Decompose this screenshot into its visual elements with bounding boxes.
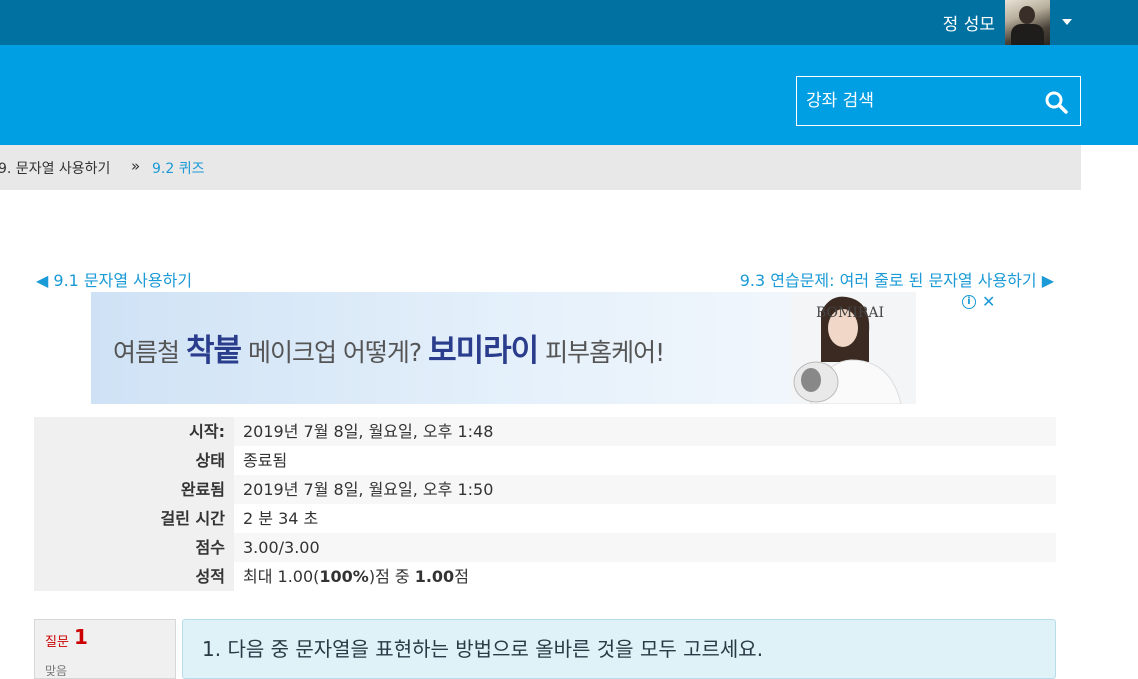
ad-brand-logo: BOMIRAI — [816, 305, 885, 321]
summary-key: 점수 — [34, 533, 234, 562]
breadcrumb-item-chapter[interactable]: 9. 문자열 사용하기 — [0, 158, 110, 178]
avatar[interactable] — [1005, 0, 1050, 45]
summary-value: 종료됨 — [234, 446, 1056, 475]
course-search-input[interactable] — [797, 77, 1037, 125]
summary-row: 상태 종료됨 — [34, 446, 1056, 475]
summary-value: 2019년 7월 8일, 월요일, 오후 1:50 — [234, 475, 1056, 504]
summary-row: 성적 최대 1.00(100%)점 중 1.00점 — [34, 562, 1056, 591]
summary-row: 점수 3.00/3.00 — [34, 533, 1056, 562]
user-menu-caret-icon[interactable] — [1062, 19, 1072, 25]
site-header — [0, 45, 1138, 145]
top-bar: 정 성모 — [0, 0, 1138, 45]
quiz-summary-table: 시작: 2019년 7월 8일, 월요일, 오후 1:48 상태 종료됨 완료됨… — [34, 417, 1056, 591]
avatar-head — [1019, 6, 1035, 24]
summary-key: 성적 — [34, 562, 234, 591]
user-name[interactable]: 정 성모 — [943, 10, 995, 35]
summary-value: 최대 1.00(100%)점 중 1.00점 — [234, 562, 1056, 591]
avatar-body — [1011, 24, 1044, 45]
summary-key: 시작: — [34, 417, 234, 446]
search-icon[interactable] — [1044, 90, 1068, 114]
question-number: 1 — [74, 625, 88, 649]
question-text-box: 1. 다음 중 문자열을 표현하는 방법으로 올바른 것을 모두 고르세요. — [182, 619, 1056, 679]
summary-key: 걸린 시간 — [34, 504, 234, 533]
ad-close-icon[interactable]: ✕ — [982, 292, 995, 311]
question-label: 질문 — [45, 635, 69, 650]
summary-value: 3.00/3.00 — [234, 533, 1056, 562]
breadcrumb: 9. 문자열 사용하기 » 9.2 퀴즈 — [0, 145, 1081, 190]
ad-text: 여름철 착붙 메이크업 어떻게? 보미라이 피부홈케어! — [113, 333, 665, 369]
question-text: 1. 다음 중 문자열을 표현하는 방법으로 올바른 것을 모두 고르세요. — [202, 637, 764, 661]
next-activity-link[interactable]: 9.3 연습문제: 여러 줄로 된 문자열 사용하기 ▶ — [740, 267, 1054, 291]
breadcrumb-item-quiz[interactable]: 9.2 퀴즈 — [152, 158, 204, 178]
summary-key: 완료됨 — [34, 475, 234, 504]
ad-info-icon[interactable]: i — [962, 295, 976, 309]
summary-row: 완료됨 2019년 7월 8일, 월요일, 오후 1:50 — [34, 475, 1056, 504]
summary-value: 2 분 34 초 — [234, 504, 1056, 533]
summary-value: 2019년 7월 8일, 월요일, 오후 1:48 — [234, 417, 1056, 446]
question-status: 맞음 — [45, 664, 68, 678]
summary-key: 상태 — [34, 446, 234, 475]
advertisement-banner[interactable]: 여름철 착붙 메이크업 어떻게? 보미라이 피부홈케어! — [91, 292, 916, 404]
question-info: 질문 1 맞음 — [34, 619, 176, 679]
summary-row: 시작: 2019년 7월 8일, 월요일, 오후 1:48 — [34, 417, 1056, 446]
course-search — [796, 76, 1081, 126]
summary-row: 걸린 시간 2 분 34 초 — [34, 504, 1056, 533]
breadcrumb-separator: » — [131, 157, 141, 175]
prev-activity-link[interactable]: ◀ 9.1 문자열 사용하기 — [36, 267, 192, 291]
